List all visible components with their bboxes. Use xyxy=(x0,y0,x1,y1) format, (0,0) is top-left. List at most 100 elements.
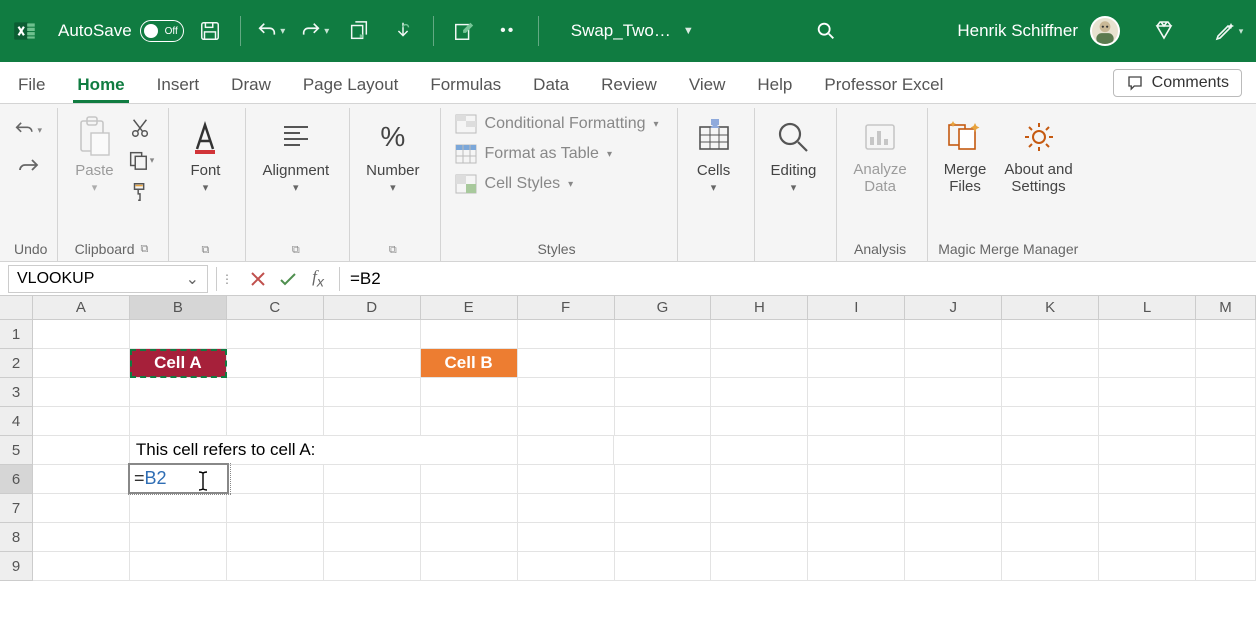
cell-H9[interactable] xyxy=(711,552,808,581)
save-icon[interactable] xyxy=(192,11,228,51)
cell-D3[interactable] xyxy=(324,378,421,407)
qat-icon-2[interactable] xyxy=(385,11,421,51)
cell-I1[interactable] xyxy=(808,320,905,349)
redo-icon[interactable]: ▾ xyxy=(297,11,333,51)
cell-I4[interactable] xyxy=(808,407,905,436)
cell-B4[interactable] xyxy=(130,407,227,436)
cell-C2[interactable] xyxy=(227,349,324,378)
cell-A3[interactable] xyxy=(33,378,130,407)
tab-review[interactable]: Review xyxy=(597,69,661,103)
cell-M2[interactable] xyxy=(1196,349,1256,378)
cell-G1[interactable] xyxy=(615,320,712,349)
cell-E1[interactable] xyxy=(421,320,518,349)
col-header-C[interactable]: C xyxy=(227,296,324,319)
cell-G8[interactable] xyxy=(615,523,712,552)
tab-data[interactable]: Data xyxy=(529,69,573,103)
cell-C7[interactable] xyxy=(227,494,324,523)
cell-C8[interactable] xyxy=(227,523,324,552)
cell-G4[interactable] xyxy=(615,407,712,436)
dialog-launcher-icon[interactable]: ⧉ xyxy=(292,244,300,257)
cell-H1[interactable] xyxy=(711,320,808,349)
cut-icon[interactable] xyxy=(126,114,154,142)
cell-L6[interactable] xyxy=(1099,465,1196,494)
cell-G3[interactable] xyxy=(615,378,712,407)
cell-I6[interactable] xyxy=(808,465,905,494)
cell-M1[interactable] xyxy=(1196,320,1256,349)
cell-K6[interactable] xyxy=(1002,465,1099,494)
cell-M5[interactable] xyxy=(1196,436,1256,465)
cell-F6[interactable] xyxy=(518,465,615,494)
chevron-down-icon[interactable]: ▼ xyxy=(683,25,694,37)
user-account[interactable]: Henrik Schiffner xyxy=(957,16,1120,46)
fx-icon[interactable]: fx xyxy=(305,266,331,292)
alignment-button[interactable]: Alignment ▾ xyxy=(256,110,335,198)
col-header-H[interactable]: H xyxy=(711,296,808,319)
cell-D2[interactable] xyxy=(324,349,421,378)
cell-A1[interactable] xyxy=(33,320,130,349)
cell-C9[interactable] xyxy=(227,552,324,581)
cell-F8[interactable] xyxy=(518,523,615,552)
comments-button[interactable]: Comments xyxy=(1113,69,1242,97)
cell-E3[interactable] xyxy=(421,378,518,407)
col-header-D[interactable]: D xyxy=(324,296,421,319)
cell-B3[interactable] xyxy=(130,378,227,407)
about-settings-button[interactable]: About andSettings xyxy=(998,110,1078,199)
cell-F3[interactable] xyxy=(518,378,615,407)
tab-file[interactable]: File xyxy=(14,69,49,103)
cell-J9[interactable] xyxy=(905,552,1002,581)
cell-L5[interactable] xyxy=(1099,436,1196,465)
cell-K1[interactable] xyxy=(1002,320,1099,349)
cell-E2[interactable]: Cell B xyxy=(421,349,518,378)
row-header-4[interactable]: 4 xyxy=(0,407,33,436)
cell-F4[interactable] xyxy=(518,407,615,436)
dialog-launcher-icon[interactable]: ⧉ xyxy=(141,243,149,256)
cell-I5[interactable] xyxy=(808,436,905,465)
cell-E4[interactable] xyxy=(421,407,518,436)
cell-B2[interactable]: Cell A xyxy=(130,349,227,378)
dialog-launcher-icon[interactable]: ⧉ xyxy=(202,244,210,257)
cell-H2[interactable] xyxy=(711,349,808,378)
analyze-data-button[interactable]: AnalyzeData xyxy=(847,110,912,199)
cell-L1[interactable] xyxy=(1099,320,1196,349)
copy-icon[interactable]: ▾ xyxy=(126,146,154,174)
cell-J7[interactable] xyxy=(905,494,1002,523)
select-all-corner[interactable] xyxy=(0,296,33,319)
cell-J8[interactable] xyxy=(905,523,1002,552)
cell-H4[interactable] xyxy=(711,407,808,436)
cell-K2[interactable] xyxy=(1002,349,1099,378)
cell-G6[interactable] xyxy=(615,465,712,494)
cell-J2[interactable] xyxy=(905,349,1002,378)
cell-D4[interactable] xyxy=(324,407,421,436)
undo-icon[interactable]: ▾ xyxy=(253,11,289,51)
cell-H3[interactable] xyxy=(711,378,808,407)
cell-A6[interactable] xyxy=(33,465,130,494)
cell-J1[interactable] xyxy=(905,320,1002,349)
col-header-I[interactable]: I xyxy=(808,296,905,319)
cell-J6[interactable] xyxy=(905,465,1002,494)
cell-A4[interactable] xyxy=(33,407,130,436)
chevron-down-icon[interactable]: ⌄ xyxy=(186,269,199,289)
cell-L9[interactable] xyxy=(1099,552,1196,581)
cell-F2[interactable] xyxy=(518,349,615,378)
cell-D6[interactable] xyxy=(324,465,421,494)
cell-B9[interactable] xyxy=(130,552,227,581)
cell-I2[interactable] xyxy=(808,349,905,378)
cell-A9[interactable] xyxy=(33,552,130,581)
col-header-A[interactable]: A xyxy=(33,296,130,319)
redo-button[interactable] xyxy=(14,154,42,182)
cell-M8[interactable] xyxy=(1196,523,1256,552)
autosave-toggle[interactable]: AutoSave Off xyxy=(58,20,184,42)
cell-M9[interactable] xyxy=(1196,552,1256,581)
row-header-7[interactable]: 7 xyxy=(0,494,33,523)
col-header-E[interactable]: E xyxy=(421,296,518,319)
qat-icon-1[interactable] xyxy=(341,11,377,51)
cell-L8[interactable] xyxy=(1099,523,1196,552)
spreadsheet-grid[interactable]: A B C D E F G H I J K L M 1 2Cell ACell … xyxy=(0,296,1256,581)
cell-J4[interactable] xyxy=(905,407,1002,436)
tab-formulas[interactable]: Formulas xyxy=(426,69,505,103)
cell-F9[interactable] xyxy=(518,552,615,581)
search-icon[interactable] xyxy=(801,20,851,42)
enter-formula-icon[interactable] xyxy=(275,266,301,292)
tab-draw[interactable]: Draw xyxy=(227,69,275,103)
cell-C6[interactable] xyxy=(227,465,324,494)
